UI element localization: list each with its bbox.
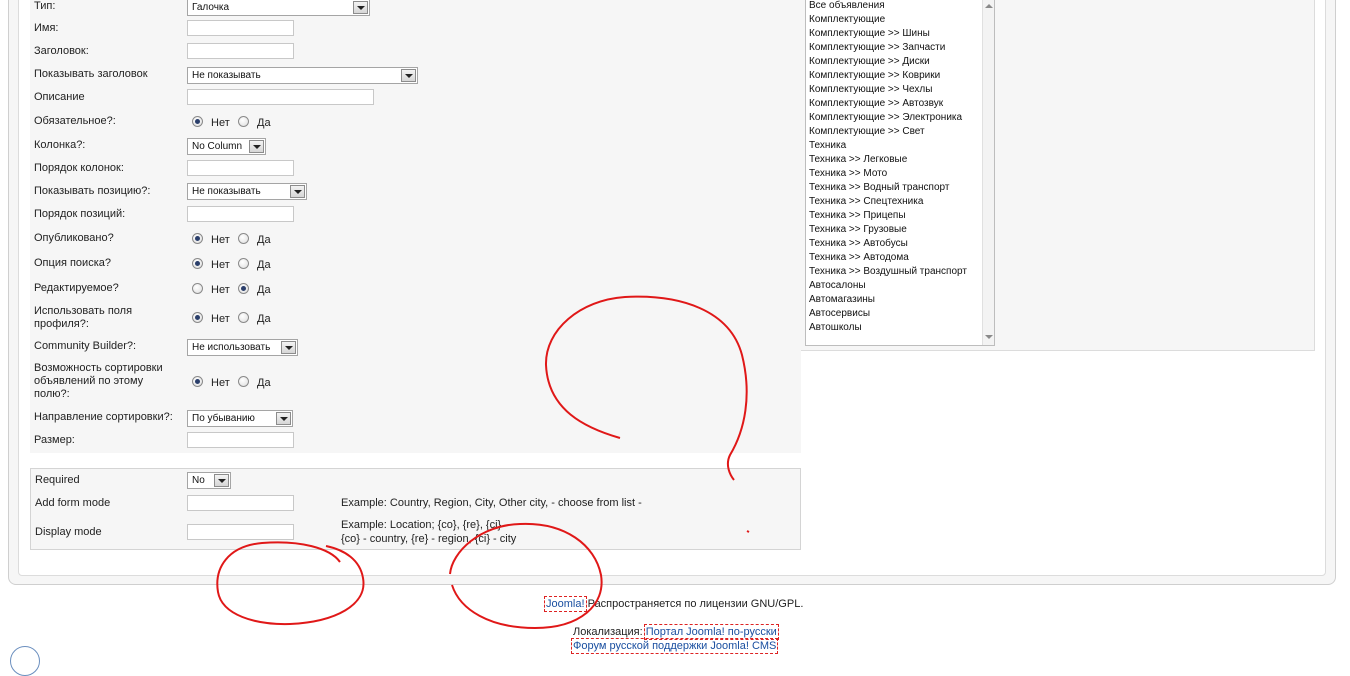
scribble-large-loop <box>544 295 748 481</box>
scribble-left-loop <box>216 541 365 626</box>
scribble-center-loop <box>449 522 603 630</box>
annotation-scribbles <box>216 295 750 630</box>
scribble-dot <box>746 530 750 533</box>
